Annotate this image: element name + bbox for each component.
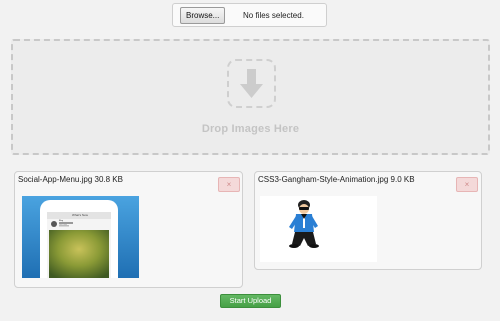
file-title: Social-App-Menu.jpg 30.8 KB xyxy=(18,175,123,184)
preview-heading: What's New xyxy=(72,213,88,217)
file-size: 30.8 KB xyxy=(94,175,123,184)
file-card: CSS3-Gangham-Style-Animation.jpg 9.0 KB … xyxy=(254,171,482,270)
file-thumbnail xyxy=(260,196,377,262)
file-thumbnail: What's New Blog Just now xyxy=(22,196,139,278)
remove-file-button[interactable]: × xyxy=(456,177,478,192)
file-name: Social-App-Menu.jpg xyxy=(18,175,93,184)
file-status-text: No files selected. xyxy=(243,11,304,20)
file-input[interactable]: Browse... No files selected. xyxy=(172,3,327,27)
remove-file-button[interactable]: × xyxy=(218,177,240,192)
file-name: CSS3-Gangham-Style-Animation.jpg xyxy=(258,175,389,184)
file-card: Social-App-Menu.jpg 30.8 KB × What's New… xyxy=(14,171,243,288)
file-size: 9.0 KB xyxy=(390,175,415,184)
arrow-down-icon xyxy=(227,59,276,108)
drop-zone-label: Drop Images Here xyxy=(201,123,300,135)
preview-author: Blog xyxy=(59,220,64,222)
browse-button[interactable]: Browse... xyxy=(180,7,226,24)
drop-zone[interactable]: Drop Images Here xyxy=(11,39,490,155)
start-upload-button[interactable]: Start Upload xyxy=(220,294,281,308)
file-title: CSS3-Gangham-Style-Animation.jpg 9.0 KB xyxy=(258,175,415,184)
preview-time: Just now xyxy=(59,224,67,226)
